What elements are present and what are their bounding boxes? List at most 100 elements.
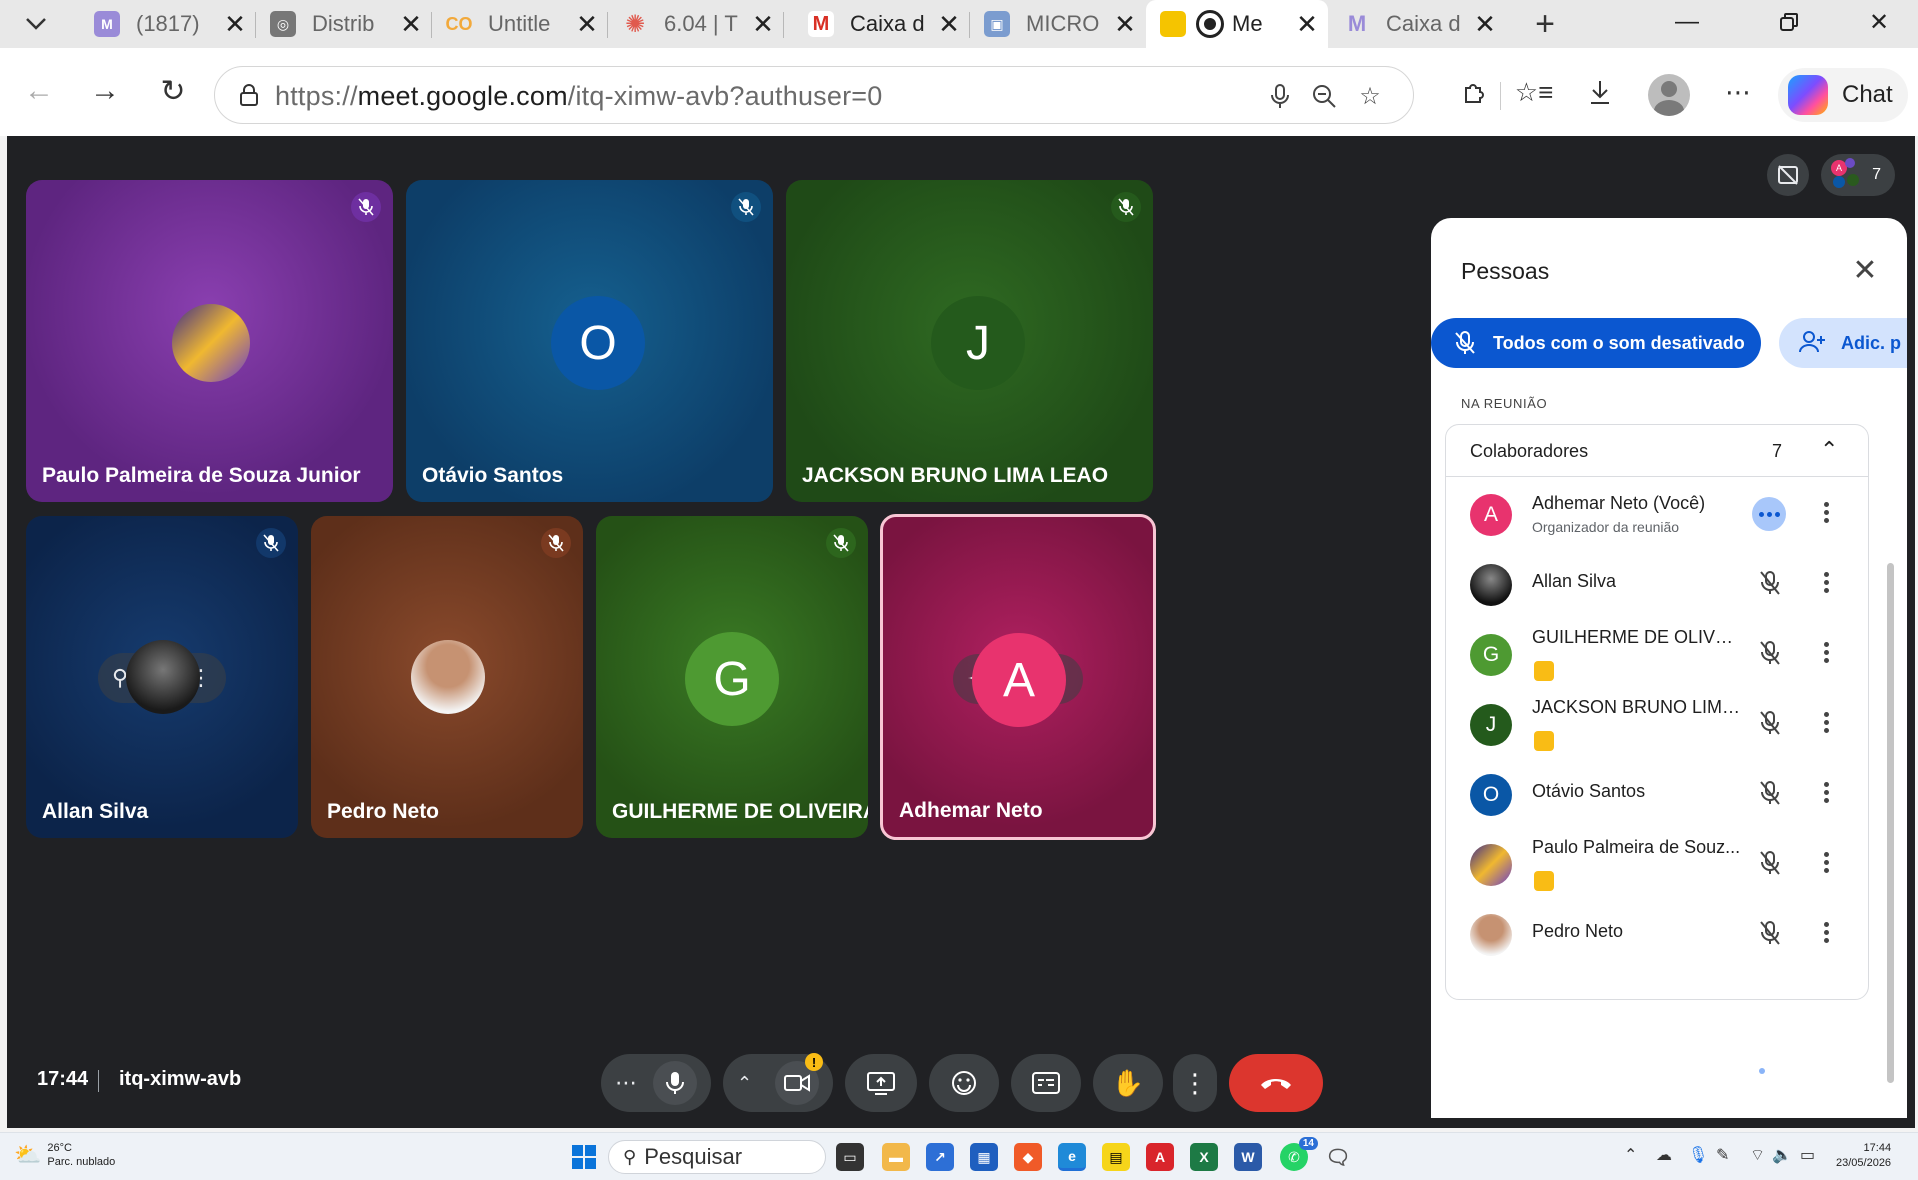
new-tab-button[interactable]: +: [1525, 4, 1565, 44]
mute-all-button[interactable]: Todos com o som desativado: [1431, 318, 1761, 368]
video-tile[interactable]: O Otávio Santos: [406, 180, 773, 502]
volume-icon[interactable]: 🔈: [1772, 1145, 1792, 1165]
forward-button[interactable]: →: [84, 70, 126, 112]
mic-button[interactable]: [653, 1061, 697, 1105]
camera-button[interactable]: !: [775, 1053, 823, 1105]
participant-row[interactable]: A Adhemar Neto (Você) Organizador da reu…: [1446, 477, 1868, 547]
favorites-icon[interactable]: ☆≡: [1515, 74, 1553, 110]
close-tab-icon[interactable]: ✕: [1114, 11, 1136, 37]
reload-button[interactable]: ↻: [152, 70, 194, 112]
group-header[interactable]: Colaboradores 7 ⌃: [1446, 425, 1868, 477]
weather-widget[interactable]: ⛅ 26°C Parc. nublado: [14, 1141, 115, 1169]
onedrive-icon[interactable]: ☁: [1656, 1145, 1672, 1165]
add-people-button[interactable]: Adic. p: [1779, 318, 1907, 368]
participant-row[interactable]: G GUILHERME DE OLIVEIR...: [1446, 617, 1868, 687]
close-window-button[interactable]: ✕: [1844, 0, 1914, 44]
more-vert-icon[interactable]: [1816, 705, 1836, 739]
feedback-icon[interactable]: 🗨: [1324, 1143, 1352, 1171]
close-panel-button[interactable]: ✕: [1847, 252, 1883, 288]
word-icon[interactable]: W: [1234, 1143, 1262, 1171]
reactions-button[interactable]: [929, 1054, 999, 1112]
minimize-button[interactable]: —: [1652, 0, 1722, 44]
extensions-icon[interactable]: [1456, 74, 1492, 110]
zoom-out-icon[interactable]: [1309, 81, 1339, 111]
file-explorer-icon[interactable]: ▬: [882, 1143, 910, 1171]
sticky-notes-icon[interactable]: ▤: [1102, 1143, 1130, 1171]
acrobat-icon[interactable]: A: [1146, 1143, 1174, 1171]
close-tab-icon[interactable]: ✕: [1296, 11, 1318, 37]
video-tile[interactable]: Pedro Neto: [311, 516, 583, 838]
video-tile[interactable]: G GUILHERME DE OLIVEIRA C...: [596, 516, 868, 838]
chat-button[interactable]: [1731, 1062, 1771, 1102]
system-clock[interactable]: 17:44 23/05/2026: [1836, 1141, 1891, 1171]
more-options-icon[interactable]: ⋯: [1720, 74, 1756, 110]
close-tab-icon[interactable]: ✕: [1474, 11, 1496, 37]
participant-row[interactable]: Paulo Palmeira de Souz...: [1446, 827, 1868, 897]
profile-avatar[interactable]: [1648, 74, 1690, 116]
taskbar-search[interactable]: ⚲ Pesquisar: [608, 1140, 826, 1174]
participant-row[interactable]: Pedro Neto: [1446, 897, 1868, 967]
close-tab-icon[interactable]: ✕: [752, 11, 774, 37]
favorite-star-icon[interactable]: ☆: [1355, 81, 1385, 111]
wifi-icon[interactable]: ⌔: [1750, 1145, 1765, 1165]
present-screen-button[interactable]: [845, 1054, 917, 1112]
more-vert-icon[interactable]: [1816, 495, 1836, 529]
more-vert-icon[interactable]: [1816, 845, 1836, 879]
close-tab-icon[interactable]: ✕: [938, 11, 960, 37]
participant-row[interactable]: J JACKSON BRUNO LIMA...: [1446, 687, 1868, 757]
brave-icon[interactable]: ◆: [1014, 1143, 1042, 1171]
audio-options-button[interactable]: ⋯: [615, 1070, 637, 1096]
store-icon[interactable]: ▦: [970, 1143, 998, 1171]
activities-button[interactable]: [1795, 1062, 1835, 1102]
panel-scrollbar[interactable]: [1887, 563, 1894, 1083]
downloads-icon[interactable]: [1582, 74, 1618, 110]
captions-button[interactable]: [1011, 1054, 1081, 1112]
self-video-tile[interactable]: ✦ ⋮ A Adhemar Neto: [880, 514, 1156, 840]
edge-icon[interactable]: e: [1058, 1143, 1086, 1171]
video-tile[interactable]: ⚲ ⋮ Allan Silva: [26, 516, 298, 838]
browser-tab-3[interactable]: CO Untitle ✕: [432, 0, 608, 48]
tab-actions-menu[interactable]: [20, 8, 52, 40]
restore-button[interactable]: [1754, 0, 1824, 44]
browser-tab-5[interactable]: M Caixa d ✕: [794, 0, 970, 48]
mic-tray-icon[interactable]: 🎙: [1688, 1145, 1708, 1165]
task-view-icon[interactable]: ▭: [836, 1143, 864, 1171]
chevron-up-icon[interactable]: ⌃: [1820, 437, 1838, 463]
browser-tab-2[interactable]: ◎ Distrib ✕: [256, 0, 432, 48]
pen-icon[interactable]: ✎: [1716, 1145, 1729, 1165]
browser-tab-1[interactable]: M (1817) ✕: [80, 0, 256, 48]
more-vert-icon[interactable]: [1816, 635, 1836, 669]
participant-row[interactable]: O Otávio Santos: [1446, 757, 1868, 827]
browser-tab-6[interactable]: ▣ MICRO ✕: [970, 0, 1146, 48]
video-tile[interactable]: Paulo Palmeira de Souza Junior: [26, 180, 393, 502]
url-text[interactable]: https://meet.google.com/itq-ximw-avb?aut…: [275, 81, 882, 112]
copilot-chat-button[interactable]: Chat: [1778, 68, 1908, 122]
whatsapp-icon[interactable]: ✆ 14: [1280, 1137, 1318, 1171]
meeting-info-button[interactable]: [1667, 1062, 1707, 1102]
chevron-up-icon[interactable]: ⌃: [1624, 1145, 1637, 1165]
close-tab-icon[interactable]: ✕: [576, 11, 598, 37]
mic-icon[interactable]: [1265, 81, 1295, 111]
close-tab-icon[interactable]: ✕: [400, 11, 422, 37]
host-controls-button[interactable]: [1855, 1062, 1895, 1102]
participants-button[interactable]: A 7: [1821, 154, 1895, 196]
app-icon[interactable]: ↗: [926, 1143, 954, 1171]
close-tab-icon[interactable]: ✕: [224, 11, 246, 37]
battery-icon[interactable]: ▭: [1800, 1145, 1815, 1165]
video-tile[interactable]: J JACKSON BRUNO LIMA LEAO: [786, 180, 1153, 502]
back-button[interactable]: ←: [18, 70, 60, 112]
more-vert-icon[interactable]: [1816, 775, 1836, 809]
browser-tab-4[interactable]: ✺ 6.04 | T ✕: [608, 0, 784, 48]
leave-call-button[interactable]: [1229, 1054, 1323, 1112]
start-button[interactable]: [572, 1145, 596, 1169]
more-vert-icon[interactable]: [1816, 915, 1836, 949]
browser-tab-8[interactable]: M Caixa d ✕: [1330, 0, 1506, 48]
hide-self-view-button[interactable]: [1767, 154, 1809, 196]
excel-icon[interactable]: X: [1190, 1143, 1218, 1171]
browser-tab-active-meet[interactable]: Me ✕: [1146, 0, 1328, 48]
more-vert-icon[interactable]: [1816, 565, 1836, 599]
more-options-button[interactable]: ⋮: [1173, 1054, 1217, 1112]
chevron-up-icon[interactable]: ⌃: [737, 1073, 752, 1094]
participant-row[interactable]: Allan Silva: [1446, 547, 1868, 617]
address-bar[interactable]: https://meet.google.com/itq-ximw-avb?aut…: [214, 66, 1414, 124]
